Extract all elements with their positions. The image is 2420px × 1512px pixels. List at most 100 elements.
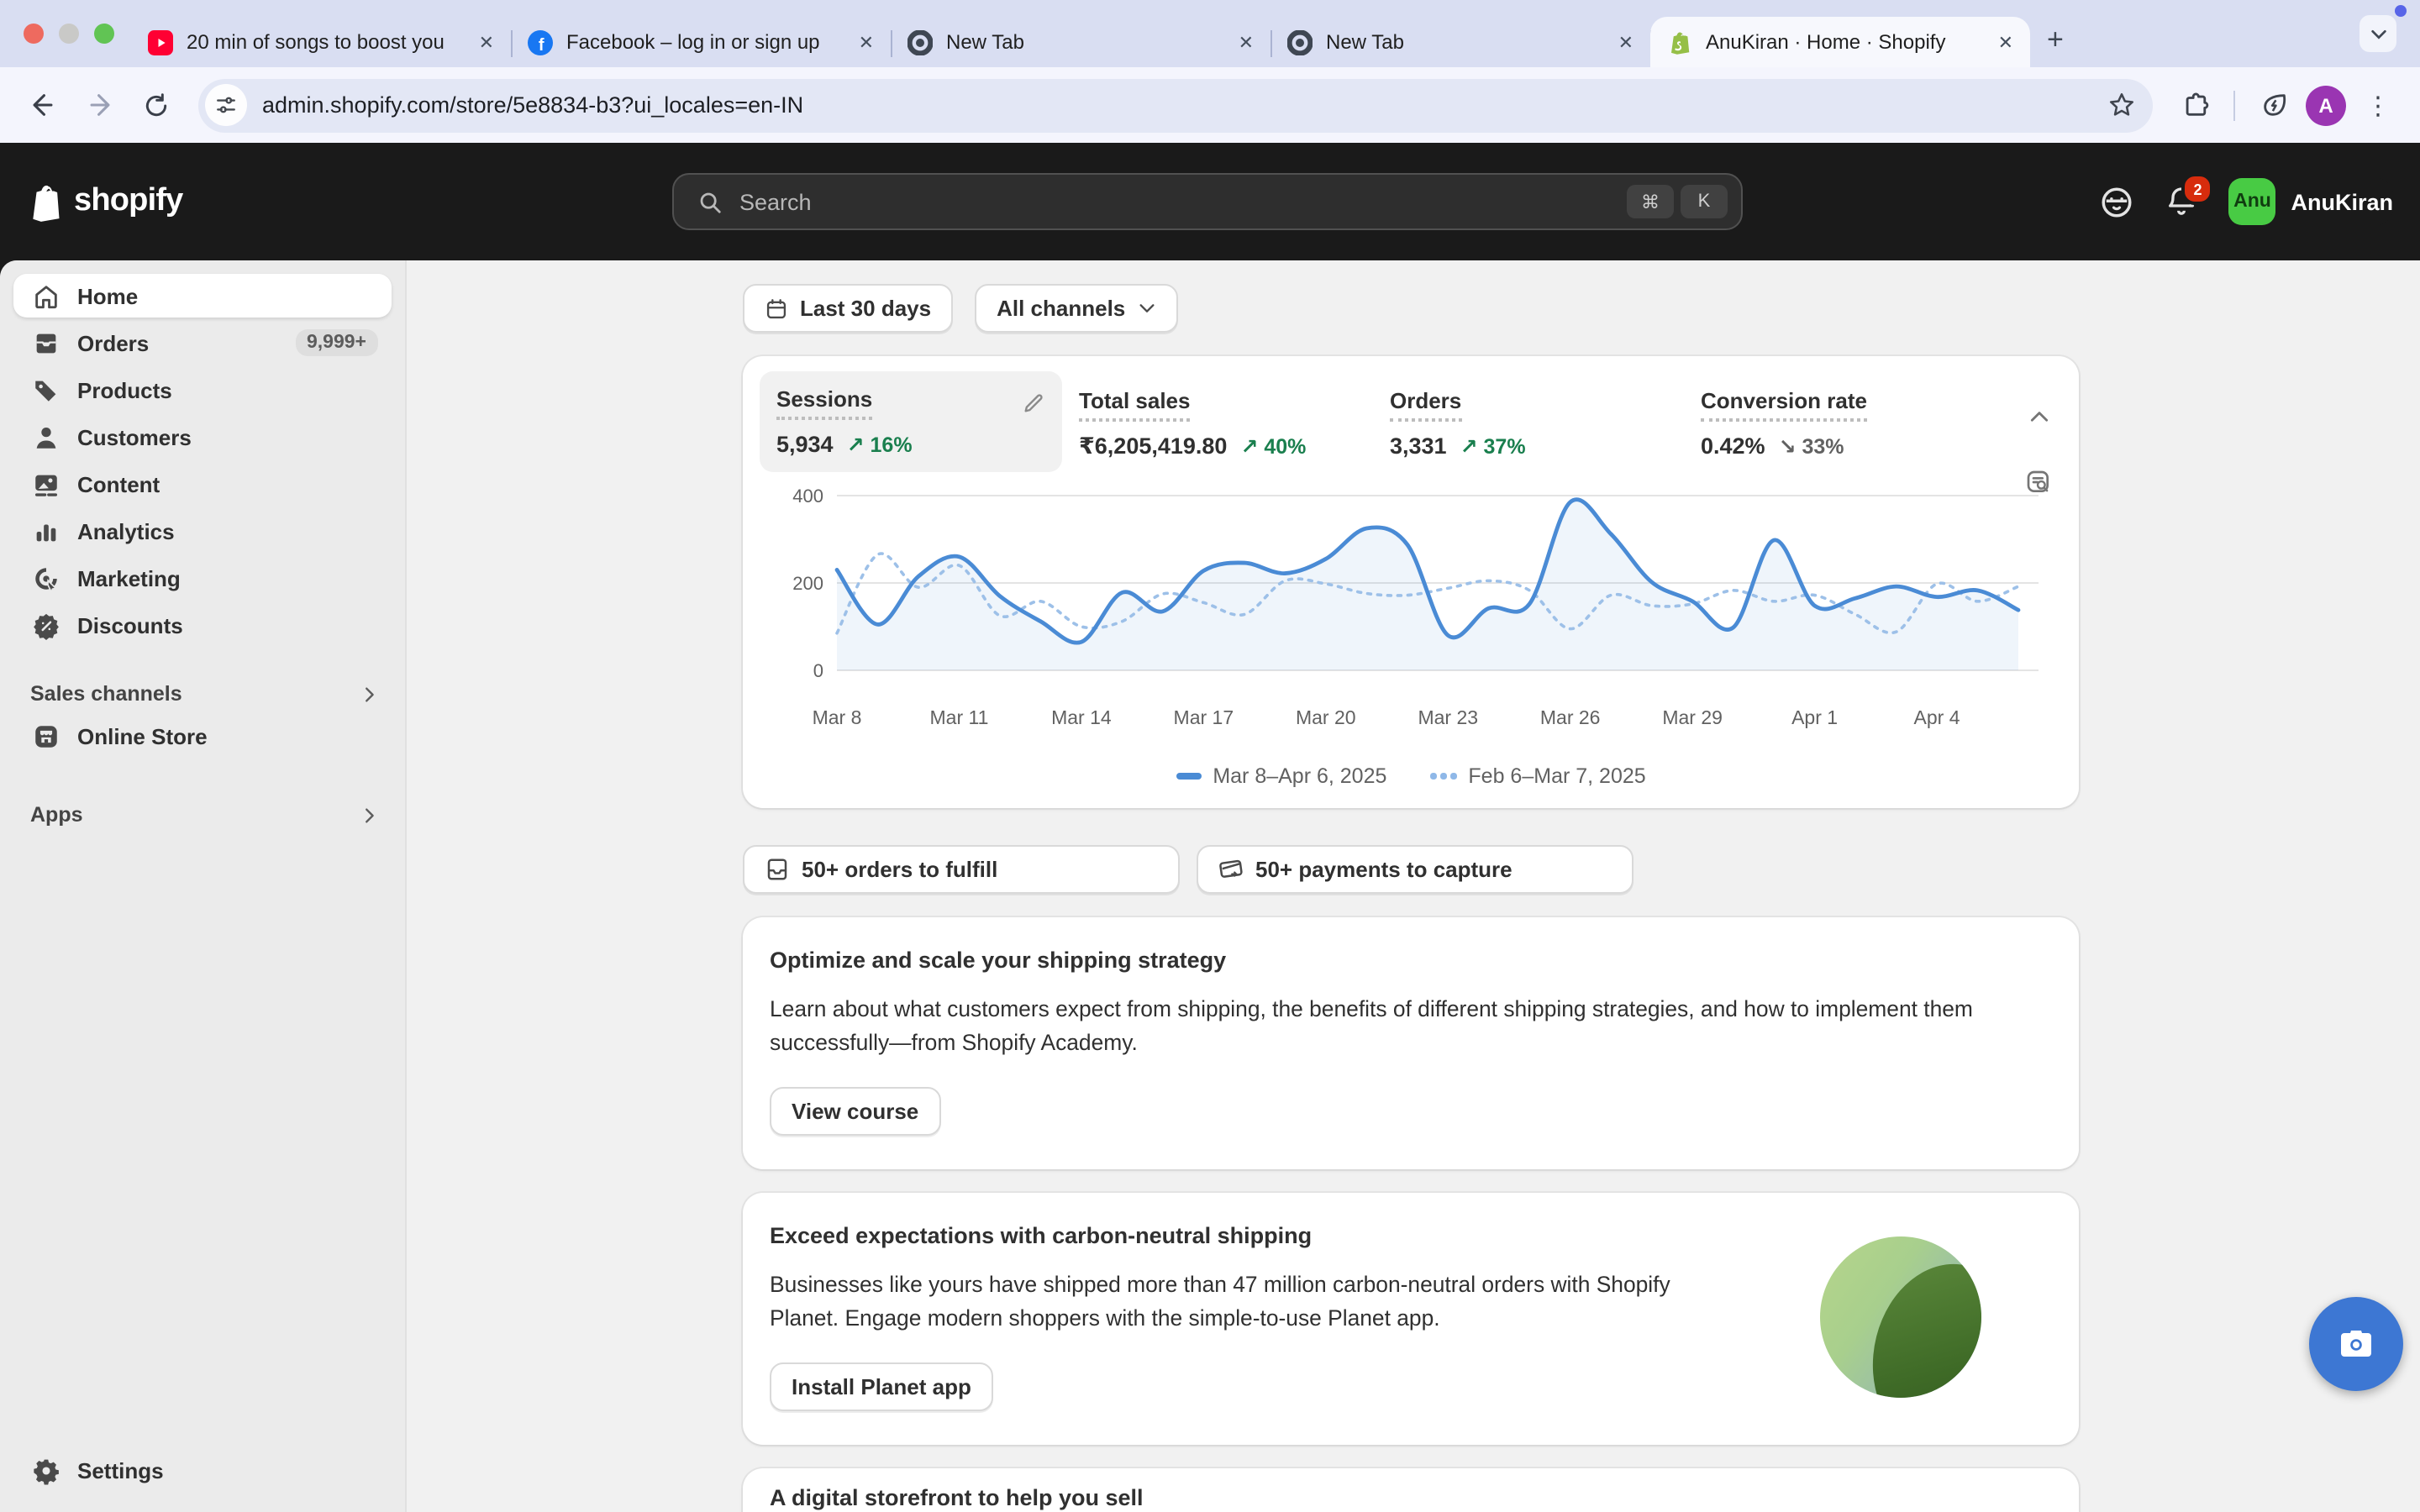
sessions-line-chart[interactable]: 0200400Mar 8Mar 11Mar 14Mar 17Mar 20Mar … — [760, 482, 2042, 751]
zoom-window-button[interactable] — [94, 24, 114, 44]
tab-title: Facebook – log in or sign up — [566, 30, 845, 54]
metric-total-sales[interactable]: Total sales ₹6,205,419.80 ↗ 40% — [1062, 371, 1373, 475]
sidebar: Home Orders 9,999+ Products Customers Co… — [0, 260, 407, 1512]
minimize-window-button[interactable] — [59, 24, 79, 44]
sidebar-item-orders[interactable]: Orders 9,999+ — [13, 321, 392, 365]
address-bar[interactable]: admin.shopify.com/store/5e8834-b3?ui_loc… — [198, 78, 2153, 132]
close-tab-icon[interactable]: ✕ — [1239, 31, 1254, 53]
svg-text:Mar 11: Mar 11 — [930, 706, 989, 728]
k-key-badge: K — [1681, 185, 1728, 218]
sidebar-item-label: Customers — [77, 424, 192, 449]
payments-to-capture-button[interactable]: 50+ payments to capture — [1197, 845, 1634, 894]
orders-to-fulfill-button[interactable]: 50+ orders to fulfill — [743, 845, 1180, 894]
metric-orders[interactable]: Orders 3,331 ↗ 37% — [1373, 371, 1684, 474]
date-range-button[interactable]: Last 30 days — [743, 284, 953, 333]
notifications-bell-icon[interactable]: 2 — [2165, 185, 2199, 218]
extensions-puzzle-icon[interactable] — [2170, 80, 2220, 130]
inbox-icon — [765, 857, 790, 882]
sidebar-item-label: Settings — [77, 1457, 164, 1483]
sidebar-item-settings[interactable]: Settings — [13, 1448, 392, 1492]
tab-facebook[interactable]: f Facebook – log in or sign up ✕ — [511, 17, 891, 67]
sidebar-item-marketing[interactable]: Marketing — [13, 556, 392, 600]
metric-sessions[interactable]: Sessions 5,934 ↗ 16% — [760, 371, 1062, 472]
collapse-chevron-up-icon[interactable] — [2028, 407, 2049, 428]
metric-delta: ↗ 37% — [1460, 433, 1526, 459]
close-window-button[interactable] — [24, 24, 44, 44]
user-name: AnuKiran — [2291, 189, 2394, 214]
admin-search-input[interactable]: Search ⌘ K — [672, 173, 1743, 230]
svg-text:Mar 26: Mar 26 — [1540, 706, 1601, 728]
reload-button[interactable] — [131, 80, 182, 130]
close-tab-icon[interactable]: ✕ — [859, 31, 874, 53]
screenshot-camera-button[interactable] — [2309, 1297, 2403, 1391]
tab-new-tab-1[interactable]: New Tab ✕ — [891, 17, 1270, 67]
bookmark-star-icon[interactable] — [2107, 91, 2136, 119]
sidebar-item-label: Products — [77, 377, 172, 402]
online-store-icon — [30, 722, 60, 750]
browser-profile-avatar[interactable]: A — [2306, 85, 2346, 125]
svg-text:Mar 14: Mar 14 — [1051, 706, 1112, 728]
metric-value: ₹6,205,419.80 — [1079, 433, 1227, 460]
close-tab-icon[interactable]: ✕ — [1618, 31, 1634, 53]
sales-channels-section[interactable]: Sales channels — [13, 674, 392, 714]
metric-label: Orders — [1390, 388, 1461, 422]
install-planet-app-button[interactable]: Install Planet app — [770, 1362, 993, 1411]
sidekick-assistant-icon[interactable] — [2100, 184, 2135, 219]
legend-current-period: Mar 8–Apr 6, 2025 — [1176, 764, 1386, 788]
url-text[interactable]: admin.shopify.com/store/5e8834-b3?ui_loc… — [262, 92, 2107, 118]
tab-shopify-active[interactable]: AnuKiran · Home · Shopify ✕ — [1650, 17, 2030, 67]
forward-button[interactable] — [74, 80, 124, 130]
tab-search-button[interactable] — [2360, 15, 2396, 52]
sidebar-item-label: Orders — [77, 330, 149, 355]
customers-person-icon — [30, 423, 60, 451]
chevron-right-icon — [360, 685, 378, 703]
apps-section[interactable]: Apps — [13, 795, 392, 835]
site-settings-chip[interactable] — [205, 84, 247, 126]
settings-gear-icon — [30, 1456, 60, 1484]
svg-text:Mar 23: Mar 23 — [1418, 706, 1478, 728]
sidebar-item-products[interactable]: Products — [13, 368, 392, 412]
discounts-badge-icon — [30, 611, 60, 639]
svg-text:200: 200 — [792, 573, 823, 594]
performance-leaf-icon[interactable] — [2249, 80, 2299, 130]
view-course-button[interactable]: View course — [770, 1087, 940, 1136]
tab-youtube[interactable]: 20 min of songs to boost you ✕ — [131, 17, 511, 67]
sidebar-item-content[interactable]: Content — [13, 462, 392, 506]
user-menu[interactable]: Anu AnuKiran — [2229, 178, 2394, 225]
chrome-icon — [908, 29, 933, 55]
chevron-down-icon — [1137, 299, 1155, 318]
sidebar-item-analytics[interactable]: Analytics — [13, 509, 392, 553]
sidebar-item-home[interactable]: Home — [13, 274, 392, 318]
notification-count-badge: 2 — [2182, 173, 2214, 205]
calendar-icon — [765, 297, 788, 320]
shopify-logo[interactable]: shopify — [27, 181, 183, 222]
user-avatar: Anu — [2229, 178, 2276, 225]
card-body: Learn about what customers expect from s… — [770, 993, 2052, 1060]
close-tab-icon[interactable]: ✕ — [479, 31, 494, 53]
search-placeholder: Search — [739, 189, 1620, 214]
metric-value: 3,331 — [1390, 433, 1447, 459]
youtube-icon — [148, 29, 173, 55]
metric-delta: ↗ 40% — [1240, 433, 1306, 459]
metric-label: Total sales — [1079, 388, 1190, 422]
new-tab-button[interactable]: + — [2047, 24, 2064, 57]
channel-filter-button[interactable]: All channels — [975, 284, 1177, 333]
svg-text:Mar 8: Mar 8 — [813, 706, 862, 728]
svg-text:Apr 4: Apr 4 — [1914, 706, 1960, 728]
close-tab-icon[interactable]: ✕ — [1998, 31, 2013, 53]
orders-count-badge: 9,999+ — [295, 329, 378, 356]
svg-text:Apr 1: Apr 1 — [1791, 706, 1838, 728]
back-button[interactable] — [17, 80, 67, 130]
edit-pencil-icon[interactable] — [1022, 391, 1045, 415]
tab-new-tab-2[interactable]: New Tab ✕ — [1270, 17, 1650, 67]
view-report-icon[interactable] — [2025, 469, 2052, 496]
svg-text:Mar 29: Mar 29 — [1662, 706, 1723, 728]
browser-menu-icon[interactable]: ⋮ — [2353, 80, 2403, 130]
sidebar-item-customers[interactable]: Customers — [13, 415, 392, 459]
home-icon — [30, 281, 60, 310]
action-label: 50+ orders to fulfill — [802, 857, 997, 882]
sidebar-item-discounts[interactable]: Discounts — [13, 603, 392, 647]
sidebar-item-online-store[interactable]: Online Store — [13, 714, 392, 758]
search-icon — [697, 189, 723, 214]
metric-conversion-rate[interactable]: Conversion rate 0.42% ↘ 33% — [1684, 371, 1995, 474]
